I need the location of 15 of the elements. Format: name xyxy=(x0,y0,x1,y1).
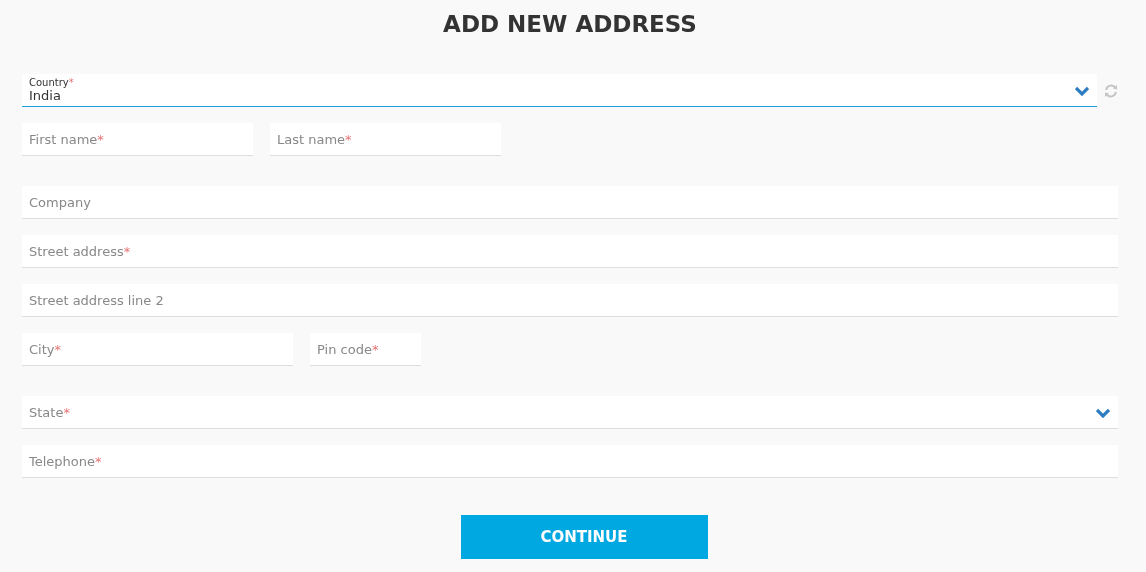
input-field[interactable]: City* xyxy=(22,333,293,366)
chevron-down-icon xyxy=(1096,408,1110,418)
input-field[interactable]: First name* xyxy=(22,123,253,156)
refresh-icon[interactable] xyxy=(1104,83,1118,98)
input-field[interactable]: Street address* xyxy=(22,235,1118,268)
input-field[interactable]: Telephone* xyxy=(22,445,1118,478)
chevron-down-icon xyxy=(1075,86,1089,96)
input-field[interactable]: Company xyxy=(22,186,1118,219)
input-field[interactable]: Last name* xyxy=(270,123,501,156)
select-field[interactable]: State* xyxy=(22,396,1118,429)
country-select[interactable]: Country* India xyxy=(22,74,1097,107)
input-field[interactable]: Street address line 2 xyxy=(22,284,1118,317)
page-title: ADD NEW ADDRESS xyxy=(442,10,698,39)
input-field[interactable]: Pin code* xyxy=(310,333,421,366)
continue-button[interactable]: CONTINUE xyxy=(460,515,708,559)
